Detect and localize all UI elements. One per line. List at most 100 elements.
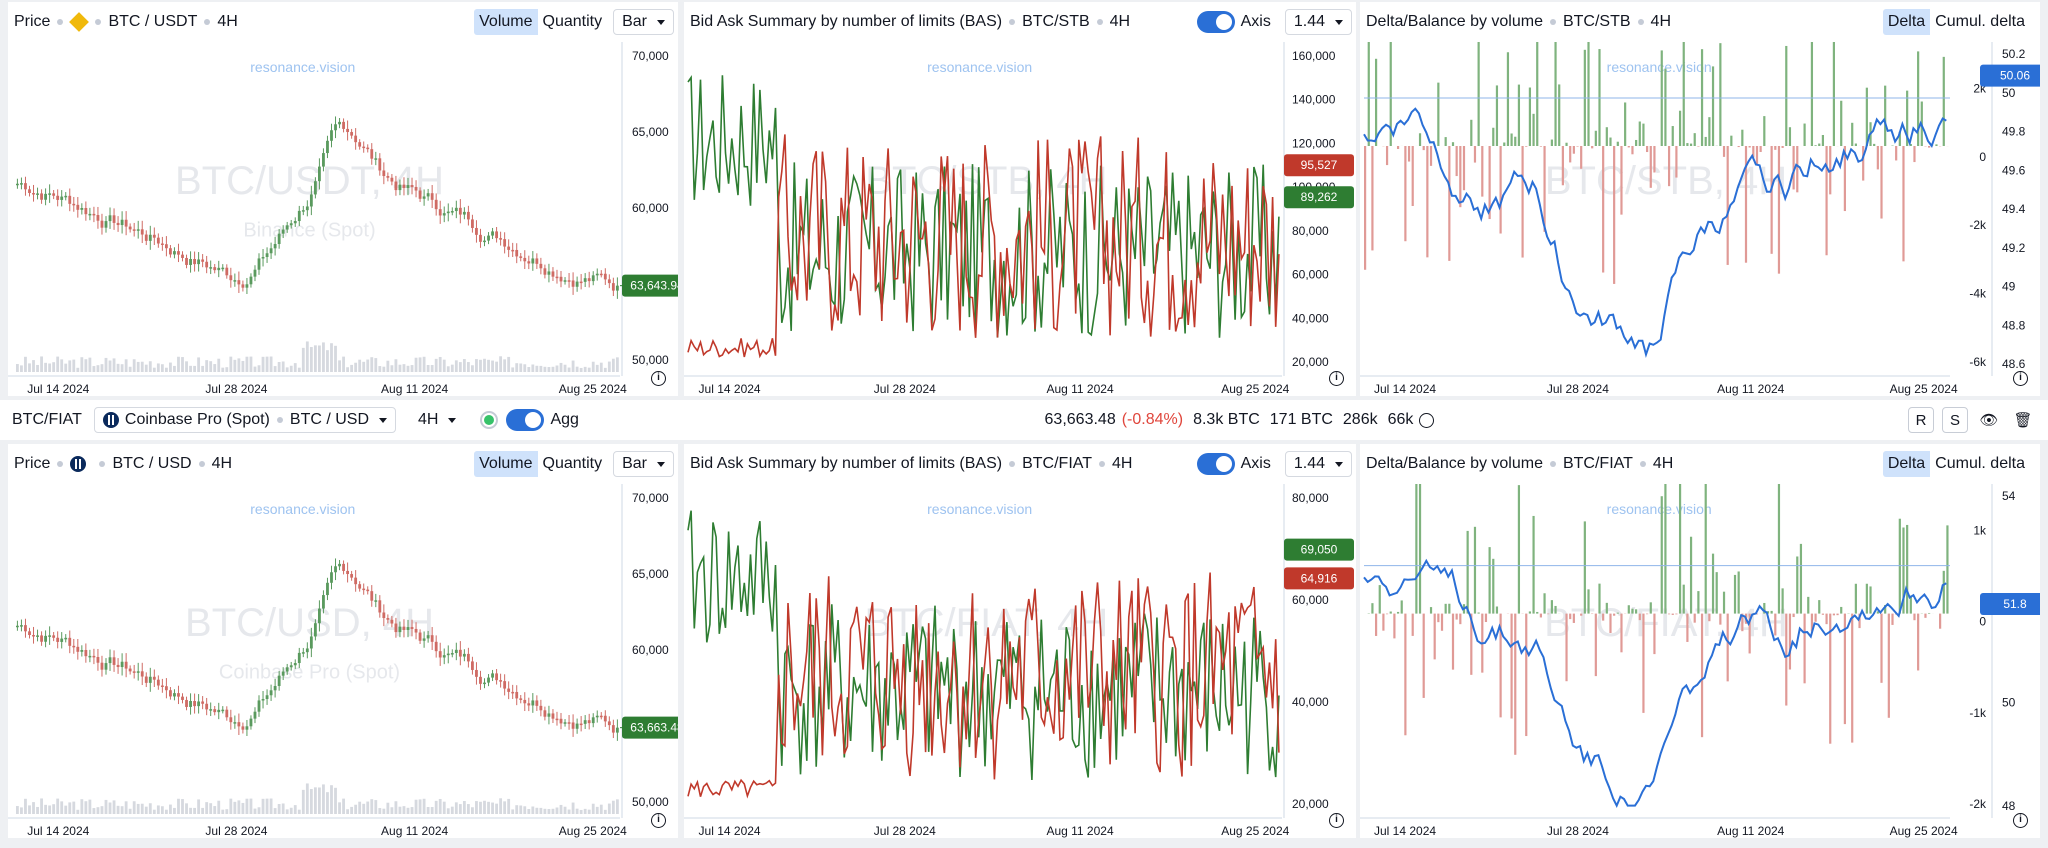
candle-body [88, 655, 92, 658]
bottom-price-chart[interactable]: resonance.vision BTC/USD, 4H Coinbase Pro … [8, 484, 678, 838]
timeframe-select[interactable]: 4H [410, 408, 464, 432]
candle-body [531, 700, 535, 706]
delta-bar-positive [1664, 68, 1667, 146]
pair-label[interactable]: BTC / USD [112, 455, 191, 473]
top-bas-chart[interactable]: resonance.vision BTC/STB, 4H 160,000 140,00… [684, 42, 1356, 396]
bottom-delta-chart[interactable]: resonance.vision BTC/FIAT, 4H 1k 0 -1k -2k 54 5… [1360, 484, 2040, 838]
info-icon[interactable]: i [651, 813, 666, 828]
cumul-delta-option[interactable]: Cumul. delta [1930, 9, 2030, 35]
axis-toggle[interactable] [1196, 11, 1235, 33]
pair-label[interactable]: BTC/FIAT [1563, 455, 1633, 473]
pair-label[interactable]: BTC/STB [1022, 13, 1090, 31]
delta-bar-negative [1572, 146, 1575, 154]
candle-body [414, 628, 418, 633]
volume-bar [382, 366, 386, 372]
timeframe-label[interactable]: 4H [1112, 455, 1132, 473]
panel-title: Delta/Balance by volume [1366, 13, 1543, 30]
delta-bar-positive [1678, 110, 1682, 146]
delta-option[interactable]: Delta [1882, 451, 1931, 477]
exchange-select[interactable]: Coinbase Pro (Spot) BTC / USD [93, 407, 397, 433]
delta-option[interactable]: Delta [1882, 9, 1931, 35]
candle-body [20, 625, 23, 627]
volume-bar [611, 800, 615, 814]
volume-bar [128, 366, 132, 372]
candle-body [358, 142, 362, 147]
candle-body [273, 244, 277, 249]
volume-bar [559, 804, 563, 814]
candle-body [52, 193, 56, 196]
delta-bar-positive [1686, 143, 1689, 146]
candle-body [571, 722, 575, 729]
pair-label[interactable]: BTC / USDT [108, 13, 197, 31]
timeframe-label[interactable]: 4H [1110, 13, 1130, 31]
multiplier-select[interactable]: 1.44 [1284, 9, 1352, 35]
quantity-option[interactable]: Quantity [538, 9, 608, 35]
candle-body [160, 685, 164, 687]
chart-type-select[interactable]: Bar [613, 451, 674, 477]
volume-bar [309, 347, 313, 372]
settings-s-button[interactable]: S [1942, 407, 1968, 433]
info-icon[interactable]: i [2013, 371, 2028, 386]
agg-toggle[interactable] [506, 409, 545, 431]
delta-bar-negative [1572, 613, 1575, 623]
candle-body [249, 718, 253, 727]
reset-button[interactable]: R [1908, 407, 1934, 433]
candle-body [575, 723, 579, 729]
delta-bar-positive [1671, 126, 1674, 146]
top-delta-chart[interactable]: resonance.vision BTC/STB, 4H 2k 0 -2k -4k -6k 5… [1360, 42, 2040, 396]
info-icon[interactable] [1419, 412, 1435, 428]
eye-icon[interactable]: 👁 [1976, 407, 2002, 433]
candle-body [181, 696, 184, 700]
delta-bar-negative [1675, 146, 1678, 178]
pair-label[interactable]: BTC/FIAT [1022, 455, 1092, 473]
axis-toggle[interactable] [1196, 453, 1235, 475]
candle-body [523, 257, 527, 262]
pair-label[interactable]: BTC/STB [1563, 13, 1631, 31]
volume-bar [193, 807, 196, 814]
info-icon[interactable]: i [2013, 813, 2028, 828]
bottom-price-panel: Price BTC / USD 4H Volume Quantity Bar r… [8, 444, 678, 838]
timeframe-label[interactable]: 4H [212, 455, 232, 473]
volume-bar [567, 809, 571, 814]
multiplier-select[interactable]: 1.44 [1284, 451, 1352, 477]
delta-bar-negative [1459, 613, 1462, 625]
volume-bar [458, 362, 462, 372]
delta-bar-negative [1382, 613, 1385, 631]
trash-icon[interactable]: 🗑 [2010, 407, 2036, 433]
quantity-option[interactable]: Quantity [538, 451, 608, 477]
timeframe-label[interactable]: 4H [1653, 455, 1673, 473]
delta-bar-negative [1814, 613, 1817, 622]
info-icon[interactable]: i [651, 371, 666, 386]
delta-bar-negative [1569, 613, 1572, 620]
candle-body [366, 147, 370, 150]
chart-type-select[interactable]: Bar [613, 9, 674, 35]
candle-body [285, 225, 289, 230]
timeframe-label[interactable]: 4H [217, 13, 237, 31]
volume-bar [197, 357, 201, 372]
delta-bar-positive [1946, 525, 1949, 614]
volume-bar [322, 784, 325, 814]
binance-icon [69, 12, 90, 32]
timeframe-label[interactable]: 4H [1651, 13, 1671, 31]
delta-bar-negative [1825, 146, 1828, 256]
volume-bar [543, 366, 547, 372]
y-tick-label: 50,000 [632, 353, 669, 367]
price-change: (-0.84%) [1121, 411, 1184, 428]
volume-bar [346, 809, 350, 814]
delta-bar-negative [1697, 146, 1700, 147]
volume-bar [559, 362, 563, 372]
volume-bar [160, 364, 164, 372]
candle-body [354, 135, 358, 143]
volume-bar [539, 365, 543, 372]
info-icon[interactable]: i [1329, 813, 1344, 828]
candle-body [76, 204, 80, 210]
info-icon[interactable]: i [1329, 371, 1344, 386]
delta-bar-positive [1605, 602, 1608, 614]
volume-option[interactable]: Volume [474, 9, 538, 35]
top-price-chart[interactable]: resonance.vision BTC/USDT, 4H Binance (Spo… [8, 42, 678, 396]
volume-option[interactable]: Volume [474, 451, 538, 477]
delta-bar-positive [1624, 102, 1627, 146]
volume-bar [52, 804, 56, 814]
cumul-delta-option[interactable]: Cumul. delta [1930, 451, 2030, 477]
bottom-bas-chart[interactable]: resonance.vision BTC/FIAT, 4H 80,000 60,000… [684, 484, 1356, 838]
